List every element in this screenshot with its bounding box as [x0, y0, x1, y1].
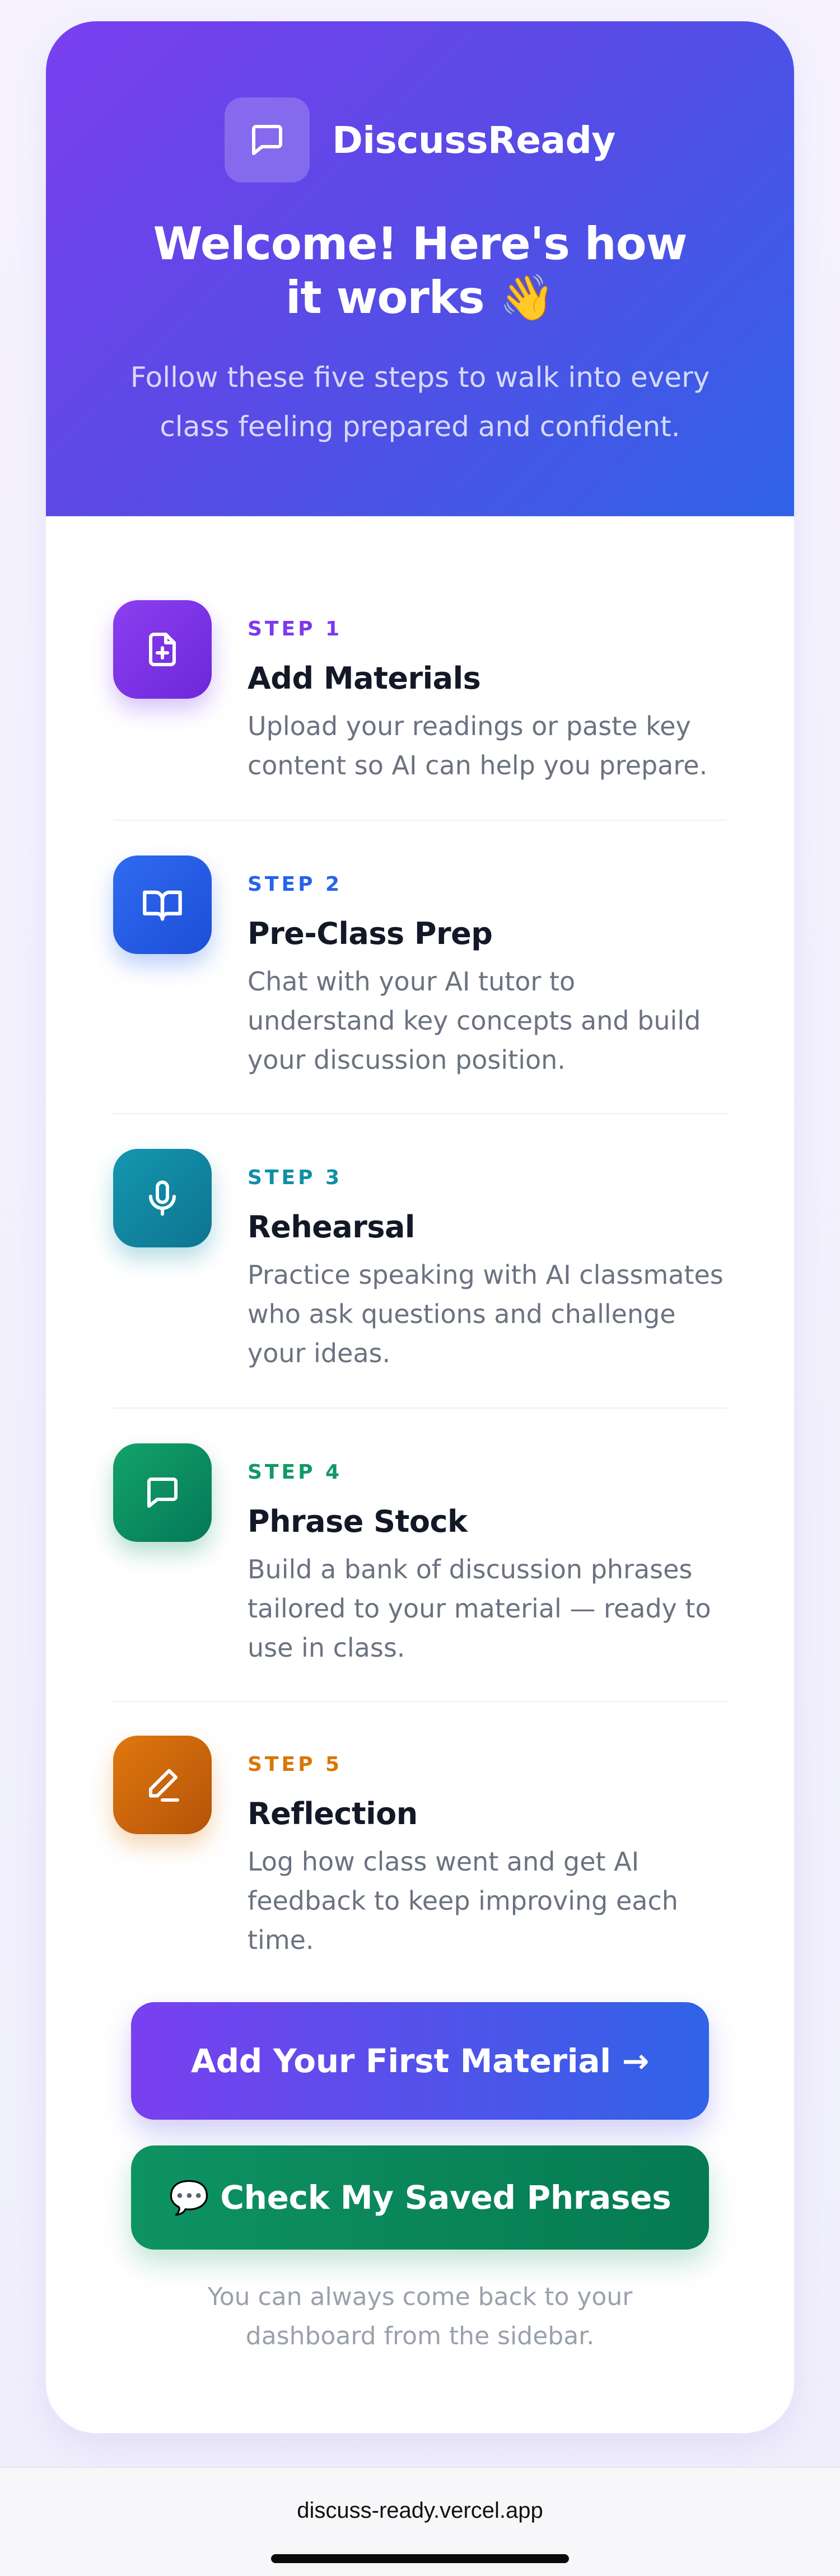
page-subtitle: Follow these five steps to walk into eve…: [130, 361, 710, 443]
page-title: Welcome! Here's how it works 👋: [153, 218, 687, 324]
step-description: Log how class went and get AI feedback t…: [248, 1846, 678, 1955]
chat-bubble-icon: [225, 97, 310, 183]
divider: [113, 1113, 727, 1114]
divider: [113, 1408, 727, 1409]
file-plus-icon: [113, 600, 212, 699]
pen-line-icon: [113, 1736, 212, 1834]
book-open-icon: [113, 855, 212, 954]
step-kicker: STEP 2: [248, 873, 343, 896]
step-kicker: STEP 1: [248, 618, 343, 641]
footer-note: You can always come back to your dashboa…: [207, 2283, 633, 2350]
step-kicker: STEP 5: [248, 1753, 343, 1776]
home-indicator[interactable]: [271, 2554, 569, 2563]
step-title: Rehearsal: [248, 1209, 415, 1245]
step-description: Chat with your AI tutor to understand ke…: [248, 966, 701, 1075]
step-kicker: STEP 4: [248, 1461, 343, 1484]
brand: DiscussReady: [46, 97, 794, 183]
step-description: Upload your readings or paste key conten…: [248, 711, 708, 780]
microphone-icon: [113, 1149, 212, 1247]
step-kicker: STEP 3: [248, 1166, 343, 1189]
chat-bubble-icon: [113, 1443, 212, 1542]
onboarding-card: DiscussReady Welcome! Here's how it work…: [46, 21, 794, 2433]
brand-name: DiscussReady: [332, 118, 615, 162]
step-title: Phrase Stock: [248, 1504, 468, 1539]
browser-url-bar[interactable]: discuss-ready.vercel.app: [0, 2467, 840, 2576]
check-saved-phrases-button[interactable]: 💬 Check My Saved Phrases: [131, 2145, 709, 2250]
add-first-material-button[interactable]: Add Your First Material →: [131, 2002, 709, 2120]
step-description: Build a bank of discussion phrases tailo…: [248, 1554, 711, 1663]
url-text[interactable]: discuss-ready.vercel.app: [0, 2498, 840, 2523]
divider: [113, 820, 727, 821]
step-title: Pre-Class Prep: [248, 916, 493, 951]
hero-header: DiscussReady Welcome! Here's how it work…: [46, 21, 794, 516]
divider: [113, 1701, 727, 1702]
step-description: Practice speaking with AI classmates who…: [248, 1260, 724, 1368]
step-title: Reflection: [248, 1796, 418, 1831]
step-title: Add Materials: [248, 661, 481, 696]
